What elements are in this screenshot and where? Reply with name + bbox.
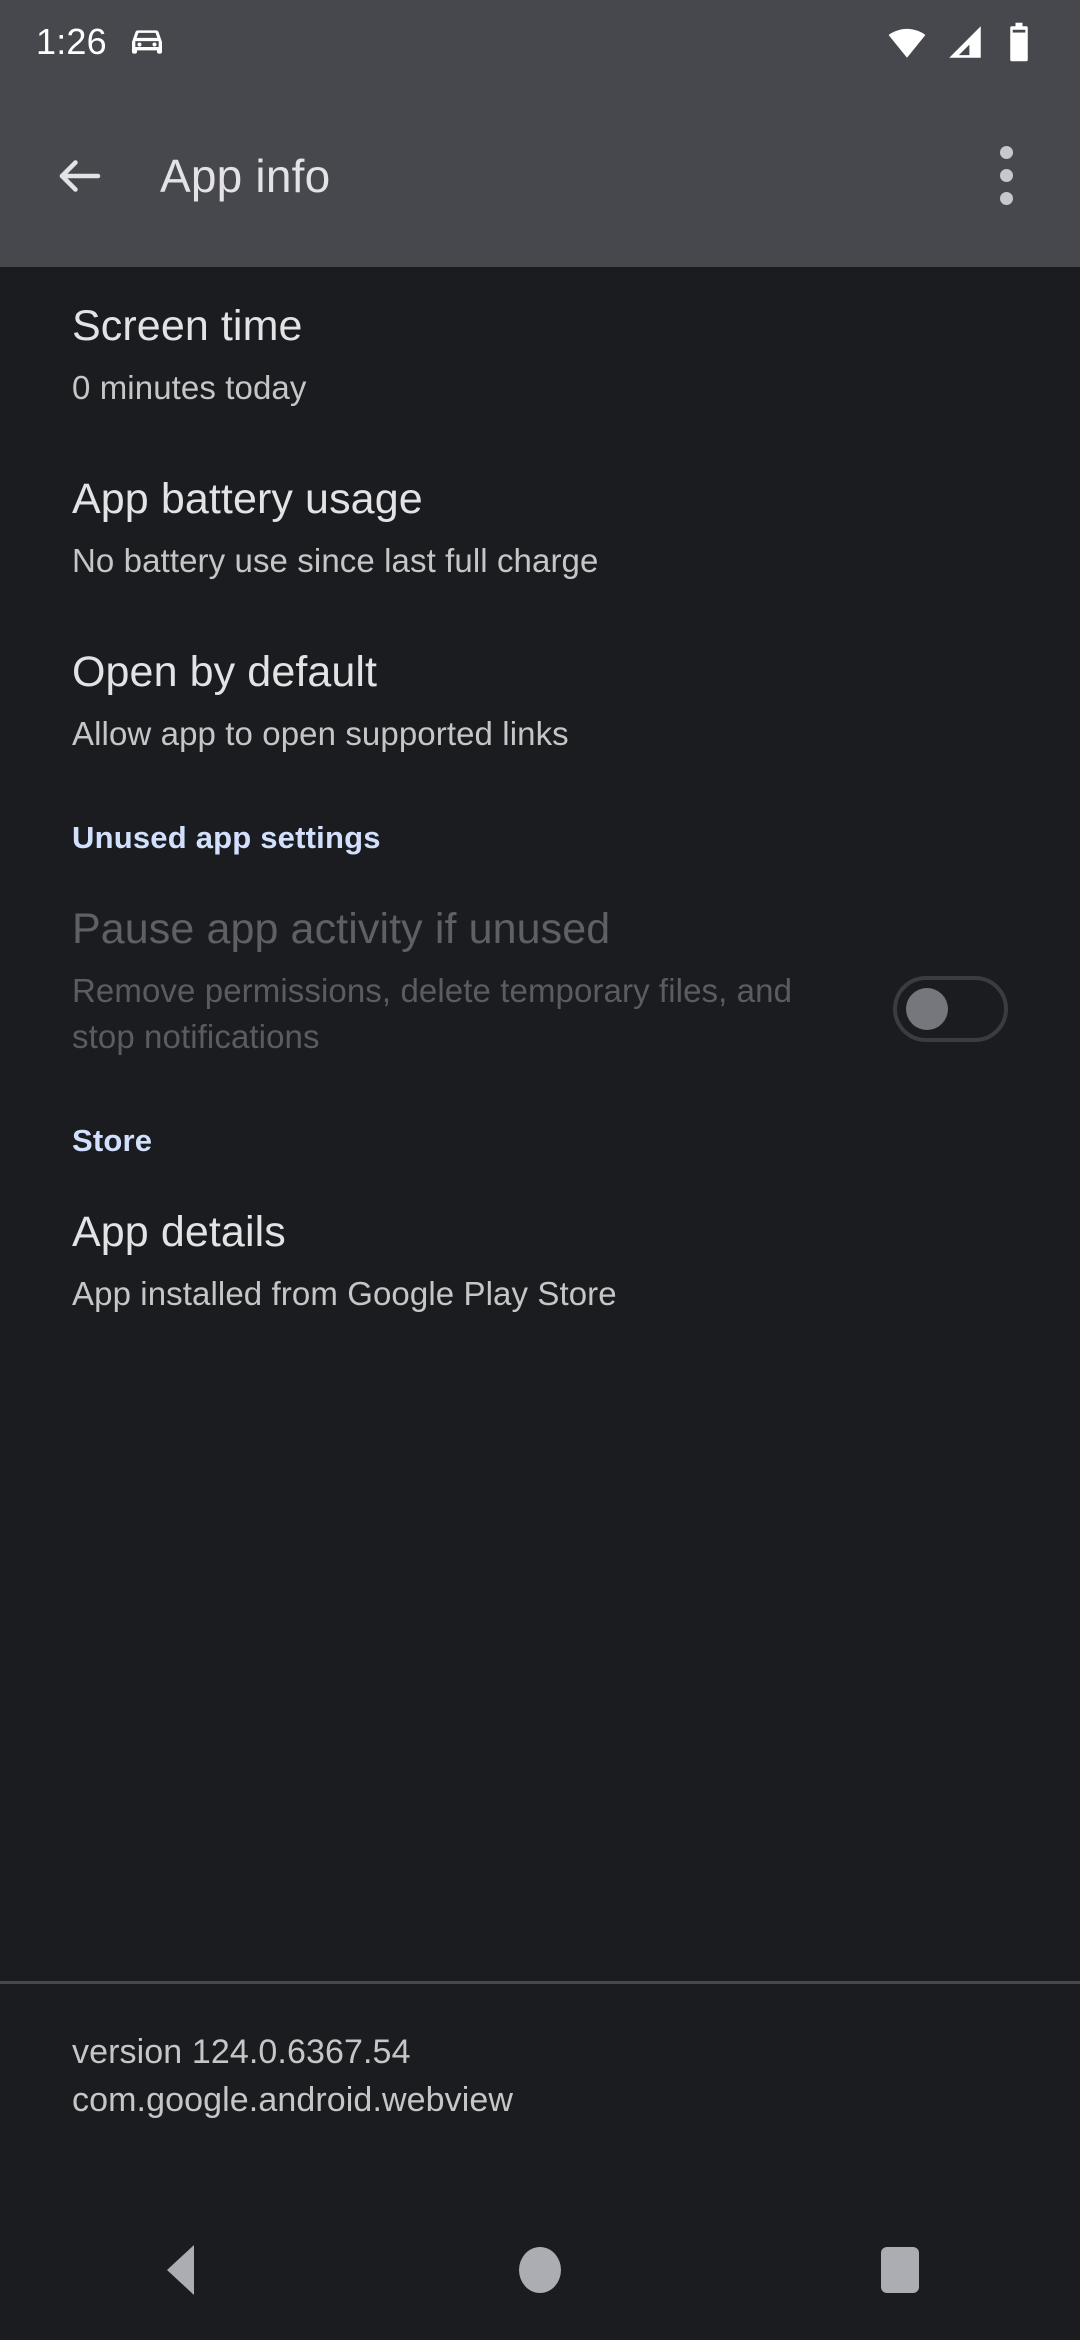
pref-title: Screen time [72, 302, 303, 350]
pref-pause-app-activity-text: Pause app activity if unused Remove perm… [72, 904, 893, 1059]
pref-summary: Allow app to open supported links [72, 714, 569, 752]
pref-app-details-text: App details App installed from Google Pl… [72, 1207, 1008, 1316]
car-icon [127, 22, 167, 62]
app-info-screen: 1:26 App info Screen time 0 minutes toda… [0, 0, 1080, 2340]
toggle-thumb [906, 988, 948, 1031]
navigation-bar [0, 2200, 1080, 2340]
wifi-icon [886, 21, 928, 63]
status-bar-right [886, 21, 1036, 63]
status-clock: 1:26 [36, 21, 107, 62]
status-bar-left: 1:26 [36, 21, 167, 63]
nav-home-button[interactable] [360, 2200, 720, 2340]
pref-pause-app-activity: Pause app activity if unused Remove perm… [0, 870, 1080, 1089]
overflow-menu-button[interactable] [956, 126, 1056, 226]
pref-title: Open by default [72, 648, 378, 697]
back-arrow-icon [53, 149, 107, 203]
nav-recents-icon [881, 2247, 919, 2293]
pref-summary: No battery use since last full charge [72, 541, 599, 579]
app-bar: App info [0, 84, 1080, 267]
nav-recents-button[interactable] [720, 2200, 1080, 2340]
pref-title: App battery usage [72, 475, 423, 524]
version-text: version 124.0.6367.54 [72, 2033, 411, 2071]
pref-title: Pause app activity if unused [72, 905, 611, 954]
settings-list[interactable]: Screen time 0 minutes today App battery … [0, 267, 1080, 1981]
page-title: App info [160, 149, 331, 202]
pref-app-battery-usage[interactable]: App battery usage No battery use since l… [0, 440, 1080, 613]
overflow-menu-icon [999, 146, 1013, 159]
package-name-text: com.google.android.webview [72, 2081, 514, 2120]
cellular-signal-icon [944, 21, 986, 63]
pref-open-by-default[interactable]: Open by default Allow app to open suppor… [0, 613, 1080, 786]
pref-title: App details [72, 1208, 286, 1257]
pref-open-by-default-text: Open by default Allow app to open suppor… [72, 647, 1008, 756]
pref-summary: App installed from Google Play Store [72, 1274, 617, 1312]
battery-icon [1002, 21, 1036, 63]
overflow-menu-icon-dot2 [999, 169, 1013, 182]
pref-summary: 0 minutes today [72, 368, 307, 406]
section-header-unused-app-settings: Unused app settings [72, 820, 381, 856]
pref-app-details[interactable]: App details App installed from Google Pl… [0, 1173, 1080, 1346]
pref-summary: Remove permissions, delete temporary fil… [72, 971, 793, 1055]
pref-app-battery-usage-text: App battery usage No battery use since l… [72, 474, 1008, 583]
nav-back-button[interactable] [0, 2200, 360, 2340]
section-header-store: Store [72, 1123, 153, 1159]
pref-screen-time[interactable]: Screen time 0 minutes today [0, 267, 1080, 440]
app-version-footer: version 124.0.6367.54 com.google.android… [0, 1984, 1080, 2200]
pause-app-activity-toggle[interactable] [893, 976, 1008, 1043]
nav-home-icon [519, 2247, 561, 2293]
status-bar: 1:26 [0, 0, 1080, 84]
nav-back-icon [166, 2245, 194, 2295]
pref-screen-time-text: Screen time 0 minutes today [72, 301, 1008, 410]
back-button[interactable] [24, 120, 136, 232]
overflow-menu-icon-dot3 [999, 192, 1013, 205]
